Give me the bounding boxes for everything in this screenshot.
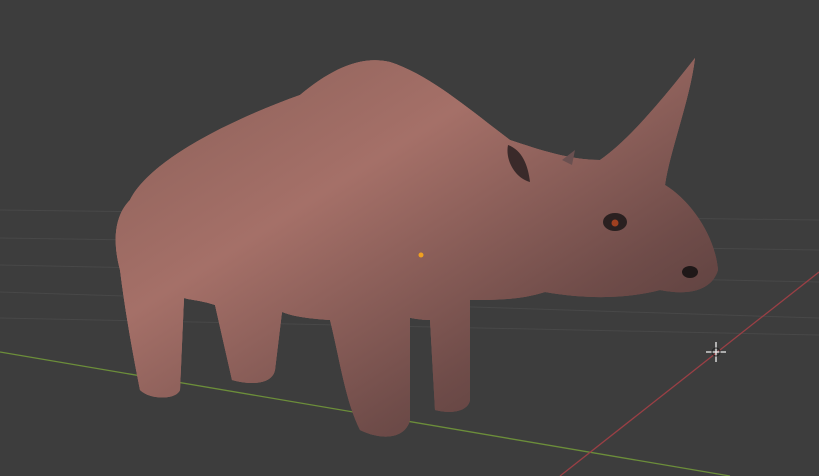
object-origin-icon [418,252,424,258]
x-axis-line [559,271,819,476]
viewport-canvas[interactable] [0,0,819,476]
3d-viewport[interactable] [0,0,819,476]
nostril [682,266,698,278]
rhino-mesh[interactable] [115,58,719,437]
